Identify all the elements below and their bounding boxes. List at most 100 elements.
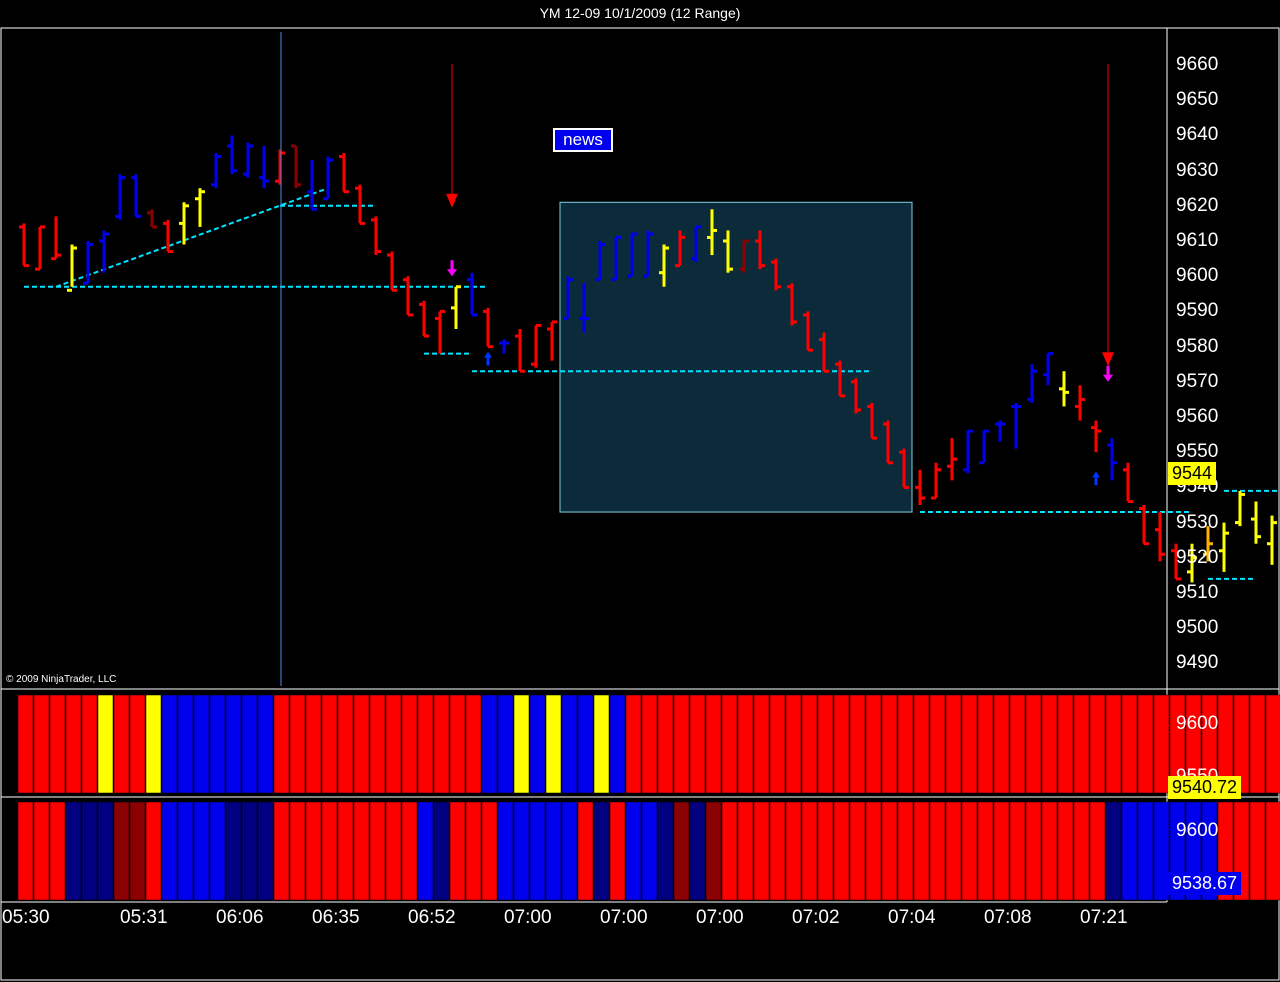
ohlc-bar — [419, 300, 429, 338]
time-tick-label: 07:02 — [792, 907, 840, 928]
price-tick-label: 9610 — [1176, 230, 1219, 251]
indicator1-cell — [49, 694, 66, 794]
indicator2-cell — [961, 801, 978, 901]
ohlc-bar — [947, 438, 957, 481]
indicator1-cell — [321, 694, 338, 794]
indicator2-cell — [145, 801, 162, 901]
price-tick-label: 9590 — [1176, 300, 1219, 322]
indicator2-cell — [1009, 801, 1026, 901]
indicator1-cell — [289, 694, 306, 794]
indicator1-cell — [17, 694, 34, 794]
indicator1-cell — [401, 694, 418, 794]
indicator2-cell — [817, 801, 834, 901]
ohlc-bar — [515, 329, 525, 373]
indicator1-cell — [145, 694, 162, 794]
copyright-notice: © 2009 NinjaTrader, LLC — [6, 674, 117, 685]
indicator1-cell — [529, 694, 546, 794]
ohlc-bar — [147, 209, 157, 229]
ohlc-bar — [547, 320, 557, 361]
price-tick-label: 9510 — [1176, 582, 1219, 603]
indicator1-cell — [785, 694, 802, 794]
last-price-tag: 9544 — [1168, 462, 1217, 485]
indicator1-cell — [737, 694, 754, 794]
indicator2-cell — [849, 801, 866, 901]
indicator2-cell — [353, 801, 370, 901]
indicator2-cell — [993, 801, 1010, 901]
indicator1-cell — [689, 694, 706, 794]
indicator2-cell — [737, 801, 754, 901]
price-tick-label: 9490 — [1176, 652, 1219, 674]
indicator1-cell — [1009, 694, 1026, 794]
indicator1-cell — [849, 694, 866, 794]
indicator2-cell — [1249, 801, 1266, 901]
ohlc-bar — [339, 153, 349, 194]
ohlc-bar — [131, 174, 141, 218]
trendline — [55, 187, 329, 288]
ohlc-bar — [1091, 420, 1101, 453]
indicator2-cell — [833, 801, 850, 901]
indicator1-cell — [497, 694, 514, 794]
ohlc-bar — [483, 307, 493, 349]
ohlc-bar — [387, 251, 397, 292]
price-tick-label: 9580 — [1176, 335, 1219, 357]
indicator1-cell — [897, 694, 914, 794]
indicator1-cell — [657, 694, 674, 794]
indicator1-cell — [545, 694, 562, 794]
ohlc-bar — [451, 285, 461, 329]
ohlc-bar — [35, 225, 45, 271]
indicator2-cell — [321, 801, 338, 901]
time-tick-label: 07:00 — [696, 907, 744, 928]
indicator2-cell — [977, 801, 994, 901]
ohlc-bar — [467, 272, 477, 317]
ohlc-bar — [1155, 512, 1165, 562]
ohlc-bar — [1059, 371, 1069, 407]
indicator2-cell — [801, 801, 818, 901]
indicator1-cell — [801, 694, 818, 794]
indicator1-cell — [1025, 694, 1042, 794]
chart-canvas[interactable] — [0, 0, 1280, 982]
ohlc-bar — [1267, 515, 1277, 565]
indicator2-cell — [417, 801, 434, 901]
indicator2-cell — [513, 801, 530, 901]
indicator1-cell — [1137, 694, 1154, 794]
indicator1-cell — [417, 694, 434, 794]
ohlc-bar — [243, 142, 253, 178]
indicator1-cell — [273, 694, 290, 794]
indicator1-cell — [65, 694, 82, 794]
indicator1-cell — [993, 694, 1010, 794]
indicator2-cell — [1041, 801, 1058, 901]
indicator2-cell — [561, 801, 578, 901]
ohlc-bar — [1027, 364, 1037, 403]
indicator2-cell — [385, 801, 402, 901]
indicator2-cell — [929, 801, 946, 901]
ohlc-bar — [51, 216, 61, 261]
indicator2-cell — [1025, 801, 1042, 901]
indicator2-cell — [497, 801, 514, 901]
indicator2-cell — [1089, 801, 1106, 901]
ohlc-bar — [403, 276, 413, 317]
indicator1-value-tag: 9540.72 — [1168, 776, 1242, 799]
indicator1-cell — [609, 694, 626, 794]
sell-signal-head — [1103, 374, 1113, 382]
indicator2-cell — [545, 801, 562, 901]
indicator2-cell — [1265, 801, 1280, 901]
indicator2-cell — [305, 801, 322, 901]
ohlc-bar — [291, 144, 301, 189]
ohlc-bar — [115, 174, 125, 220]
indicator1-cell — [753, 694, 770, 794]
ohlc-bar — [531, 323, 541, 368]
ohlc-bar — [1043, 352, 1053, 386]
indicator2-cell — [177, 801, 194, 901]
indicator1-cell — [209, 694, 226, 794]
indicator2-cell — [193, 801, 210, 901]
indicator1-cell — [913, 694, 930, 794]
indicator2-cell — [721, 801, 738, 901]
indicator2-cell — [257, 801, 274, 901]
indicator1-cell — [769, 694, 786, 794]
indicator1-cell — [945, 694, 962, 794]
indicator1-cell — [225, 694, 242, 794]
indicator1-cell — [929, 694, 946, 794]
indicator1-cell — [641, 694, 658, 794]
indicator1-cell — [577, 694, 594, 794]
news-annotation[interactable]: news — [553, 128, 613, 152]
